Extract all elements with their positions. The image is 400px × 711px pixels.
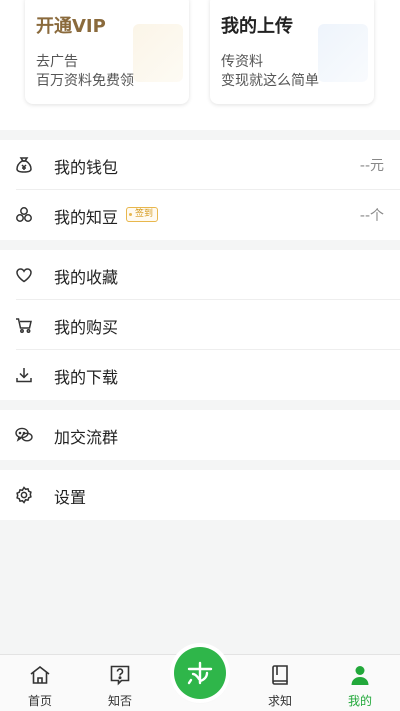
center-logo-icon	[187, 661, 213, 685]
user-icon	[348, 663, 372, 687]
beans-icon	[14, 205, 34, 225]
wallet-label: 我的钱包	[54, 158, 119, 177]
top-cards-area: 开通VIP 去广告 百万资料免费领 我的上传 传资料 变现就这么简单	[0, 0, 400, 130]
assets-group: 我的钱包 --元 我的知豆 签到 --个	[0, 140, 400, 240]
menu-item-beans[interactable]: 我的知豆 签到 --个	[0, 190, 400, 240]
tab-zhifou-label: 知否	[107, 694, 132, 708]
home-icon	[28, 663, 52, 687]
book-icon	[268, 663, 292, 687]
menu-item-join-group[interactable]: 加交流群	[0, 410, 400, 460]
heart-icon	[14, 265, 34, 285]
menu-item-favorites[interactable]: 我的收藏	[0, 250, 400, 300]
tab-mine[interactable]: 我的	[320, 655, 400, 711]
vip-card[interactable]: 开通VIP 去广告 百万资料免费领	[25, 0, 189, 104]
favorites-label: 我的收藏	[54, 268, 119, 287]
tab-home[interactable]: 首页	[0, 655, 80, 711]
vip-card-line2: 百万资料免费领	[36, 73, 134, 89]
cart-icon	[14, 315, 34, 335]
tab-home-label: 首页	[27, 694, 52, 708]
join-group-label: 加交流群	[54, 428, 119, 447]
beans-value: --个	[359, 208, 384, 224]
tab-qiuzhi[interactable]: 求知	[240, 655, 320, 711]
vip-card-line1: 去广告	[36, 54, 78, 70]
menu-item-downloads[interactable]: 我的下载	[0, 350, 400, 400]
downloads-label: 我的下载	[54, 368, 119, 387]
beans-label: 我的知豆	[54, 208, 119, 227]
download-icon	[14, 365, 34, 385]
question-icon	[108, 663, 132, 687]
checkin-badge[interactable]: 签到	[126, 207, 159, 222]
vip-card-title: 开通VIP	[36, 16, 106, 37]
gear-icon	[14, 485, 34, 505]
tab-mine-label: 我的	[347, 694, 372, 708]
settings-label: 设置	[54, 488, 87, 507]
content-group: 我的收藏 我的购买 我的下载	[0, 250, 400, 400]
chat-icon	[14, 425, 34, 445]
tab-qiuzhi-label: 求知	[267, 694, 292, 708]
upload-card-title: 我的上传	[221, 16, 293, 37]
center-action-button[interactable]	[174, 647, 226, 699]
menu-item-wallet[interactable]: 我的钱包 --元	[0, 140, 400, 190]
upload-card-line1: 传资料	[221, 54, 263, 70]
upload-card-decoration	[318, 24, 368, 82]
money-bag-icon	[14, 155, 34, 175]
purchases-label: 我的购买	[54, 318, 119, 337]
community-group: 加交流群	[0, 410, 400, 460]
wallet-value: --元	[359, 158, 384, 174]
settings-group: 设置	[0, 470, 400, 520]
menu-item-purchases[interactable]: 我的购买	[0, 300, 400, 350]
tab-zhifou[interactable]: 知否	[80, 655, 160, 711]
upload-card[interactable]: 我的上传 传资料 变现就这么简单	[210, 0, 374, 104]
vip-card-decoration	[133, 24, 183, 82]
upload-card-line2: 变现就这么简单	[221, 73, 319, 89]
menu-item-settings[interactable]: 设置	[0, 470, 400, 520]
